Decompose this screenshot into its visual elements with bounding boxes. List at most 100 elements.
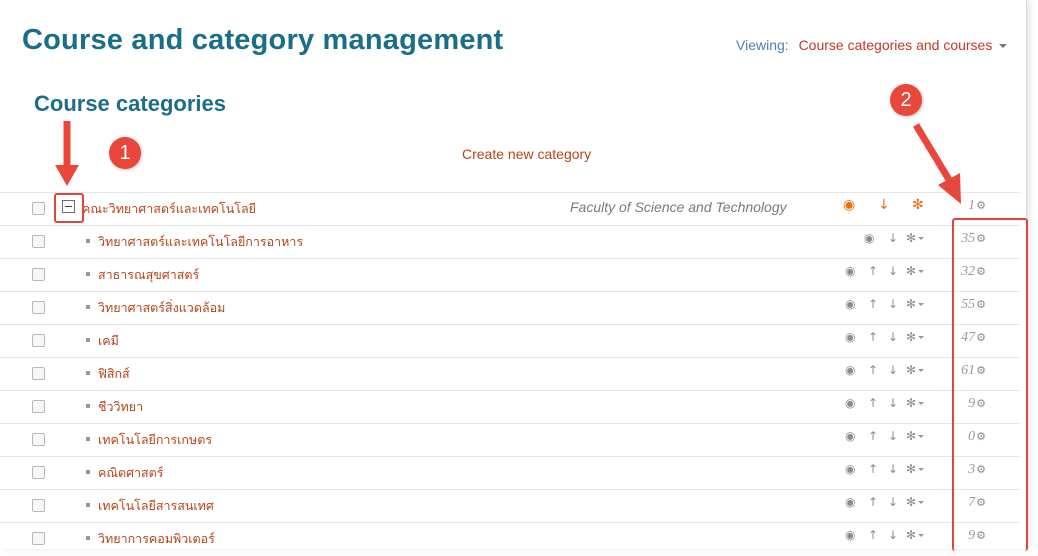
category-row-7[interactable]: เทคโนโลยีการเกษตร ◉ ↑ ↓ ✻ 0⚙: [0, 423, 1020, 457]
category-row-10[interactable]: วิทยาการคอมพิวเตอร์ ◉ ↑ ↓ ✻ 9⚙: [0, 522, 1020, 556]
category-name[interactable]: วิทยาศาสตร์และเทคโนโลยีการอาหาร: [98, 232, 303, 252]
bullet-icon: [86, 536, 90, 540]
category-idnumber: Faculty of Science and Technology: [570, 199, 787, 215]
category-name[interactable]: เทคโนโลยีสารสนเทศ: [98, 496, 214, 516]
arrow-down-icon[interactable]: ↓: [888, 231, 898, 245]
category-checkbox[interactable]: [32, 433, 45, 446]
highlight-collapse-box: [54, 193, 84, 223]
arrow-up-icon[interactable]: ↑: [868, 297, 878, 311]
arrow-up-icon[interactable]: ↑: [868, 363, 878, 377]
eye-icon[interactable]: ◉: [845, 363, 855, 377]
gear-icon[interactable]: ✻: [906, 495, 925, 509]
bullet-icon: [86, 371, 90, 375]
chevron-down-icon: [999, 44, 1008, 49]
section-title: Course categories: [34, 91, 226, 116]
eye-icon[interactable]: ◉: [845, 495, 855, 509]
eye-icon[interactable]: ◉: [845, 528, 855, 542]
arrow-down-icon[interactable]: ↓: [888, 396, 898, 410]
category-checkbox[interactable]: [32, 334, 45, 347]
arrow-down-icon[interactable]: ↓: [888, 297, 898, 311]
category-checkbox[interactable]: [32, 202, 45, 215]
arrow-down-icon[interactable]: ↓: [888, 330, 898, 344]
viewing-value[interactable]: Course categories and courses: [799, 37, 993, 53]
category-name[interactable]: เทคโนโลยีการเกษตร: [98, 430, 212, 450]
eye-icon[interactable]: ◉: [845, 396, 855, 410]
viewing-selector[interactable]: Viewing: Course categories and courses: [736, 37, 1008, 53]
gear-icon[interactable]: ✻: [906, 396, 925, 410]
category-checkbox[interactable]: [32, 268, 45, 281]
arrow-up-icon[interactable]: ↑: [868, 495, 878, 509]
category-name[interactable]: เคมี: [98, 331, 119, 351]
bullet-icon: [86, 470, 90, 474]
gear-icon[interactable]: ✻: [906, 264, 925, 278]
category-name[interactable]: วิทยาศาสตร์สิ่งแวดล้อม: [98, 298, 225, 318]
arrow-down-icon[interactable]: ↓: [888, 495, 898, 509]
course-category-management-page: Course and category management Viewing: …: [0, 0, 1027, 549]
arrow-up-icon[interactable]: ↑: [868, 396, 878, 410]
category-name[interactable]: คณะวิทยาศาสตร์และเทคโนโลยี: [82, 199, 256, 219]
category-row-5[interactable]: ฟิสิกส์ ◉ ↑ ↓ ✻ 61⚙: [0, 357, 1020, 391]
arrow-up-icon[interactable]: ↑: [868, 429, 878, 443]
category-row-2[interactable]: สาธารณสุขศาสตร์ ◉ ↑ ↓ ✻ 32⚙: [0, 258, 1020, 292]
gear-icon[interactable]: ✻: [906, 363, 925, 377]
category-name[interactable]: สาธารณสุขศาสตร์: [98, 265, 199, 285]
arrow-down-icon[interactable]: ↓: [878, 197, 890, 213]
course-icon: ⚙: [976, 200, 986, 212]
eye-icon[interactable]: ◉: [845, 297, 855, 311]
bullet-icon: [86, 404, 90, 408]
arrow-up-icon[interactable]: ↑: [868, 462, 878, 476]
gear-icon[interactable]: ✻: [912, 197, 924, 213]
gear-icon[interactable]: ✻: [906, 231, 925, 245]
bullet-icon: [86, 503, 90, 507]
bullet-icon: [86, 272, 90, 276]
gear-icon[interactable]: ✻: [906, 462, 925, 476]
create-category-link[interactable]: Create new category: [462, 146, 591, 162]
bullet-icon: [86, 239, 90, 243]
category-row-9[interactable]: เทคโนโลยีสารสนเทศ ◉ ↑ ↓ ✻ 7⚙: [0, 489, 1020, 523]
arrow-down-icon[interactable]: ↓: [888, 264, 898, 278]
category-checkbox[interactable]: [32, 466, 45, 479]
gear-icon[interactable]: ✻: [906, 528, 925, 542]
highlight-counts-box: [952, 218, 1028, 551]
category-row-4[interactable]: เคมี ◉ ↑ ↓ ✻ 47⚙: [0, 324, 1020, 358]
eye-icon[interactable]: ◉: [845, 429, 855, 443]
bullet-icon: [86, 437, 90, 441]
arrow-up-icon[interactable]: ↑: [868, 264, 878, 278]
category-row-3[interactable]: วิทยาศาสตร์สิ่งแวดล้อม ◉ ↑ ↓ ✻ 55⚙: [0, 291, 1020, 325]
category-checkbox[interactable]: [32, 235, 45, 248]
viewing-label: Viewing:: [736, 37, 789, 53]
gear-icon[interactable]: ✻: [906, 429, 925, 443]
category-checkbox[interactable]: [32, 532, 45, 545]
eye-icon[interactable]: ◉: [845, 330, 855, 344]
arrow-up-icon[interactable]: ↑: [868, 330, 878, 344]
category-name[interactable]: ฟิสิกส์: [98, 364, 130, 384]
eye-icon[interactable]: ◉: [864, 231, 874, 245]
bullet-icon: [86, 338, 90, 342]
category-checkbox[interactable]: [32, 400, 45, 413]
annotation-badge-2: 2: [890, 84, 922, 116]
arrow-down-icon[interactable]: ↓: [888, 462, 898, 476]
course-count: 1⚙: [968, 198, 986, 213]
arrow-up-icon[interactable]: ↑: [868, 528, 878, 542]
category-checkbox[interactable]: [32, 499, 45, 512]
category-row-8[interactable]: คณิตศาสตร์ ◉ ↑ ↓ ✻ 3⚙: [0, 456, 1020, 490]
eye-icon[interactable]: ◉: [843, 197, 855, 213]
eye-icon[interactable]: ◉: [845, 462, 855, 476]
category-name[interactable]: คณิตศาสตร์: [98, 463, 164, 483]
arrow-down-icon[interactable]: ↓: [888, 528, 898, 542]
bullet-icon: [86, 305, 90, 309]
category-name[interactable]: ชีววิทยา: [98, 397, 143, 417]
category-row-1[interactable]: วิทยาศาสตร์และเทคโนโลยีการอาหาร ◉ ↓ ✻ 35…: [0, 225, 1020, 259]
category-row-6[interactable]: ชีววิทยา ◉ ↑ ↓ ✻ 9⚙: [0, 390, 1020, 424]
category-checkbox[interactable]: [32, 301, 45, 314]
page-title: Course and category management: [22, 24, 504, 56]
eye-icon[interactable]: ◉: [845, 264, 855, 278]
category-checkbox[interactable]: [32, 367, 45, 380]
annotation-badge-1: 1: [109, 137, 141, 169]
category-row-0[interactable]: คณะวิทยาศาสตร์และเทคโนโลยี Faculty of Sc…: [0, 192, 1020, 226]
category-name[interactable]: วิทยาการคอมพิวเตอร์: [98, 529, 215, 549]
gear-icon[interactable]: ✻: [906, 330, 925, 344]
arrow-down-icon[interactable]: ↓: [888, 429, 898, 443]
arrow-down-icon[interactable]: ↓: [888, 363, 898, 377]
gear-icon[interactable]: ✻: [906, 297, 925, 311]
